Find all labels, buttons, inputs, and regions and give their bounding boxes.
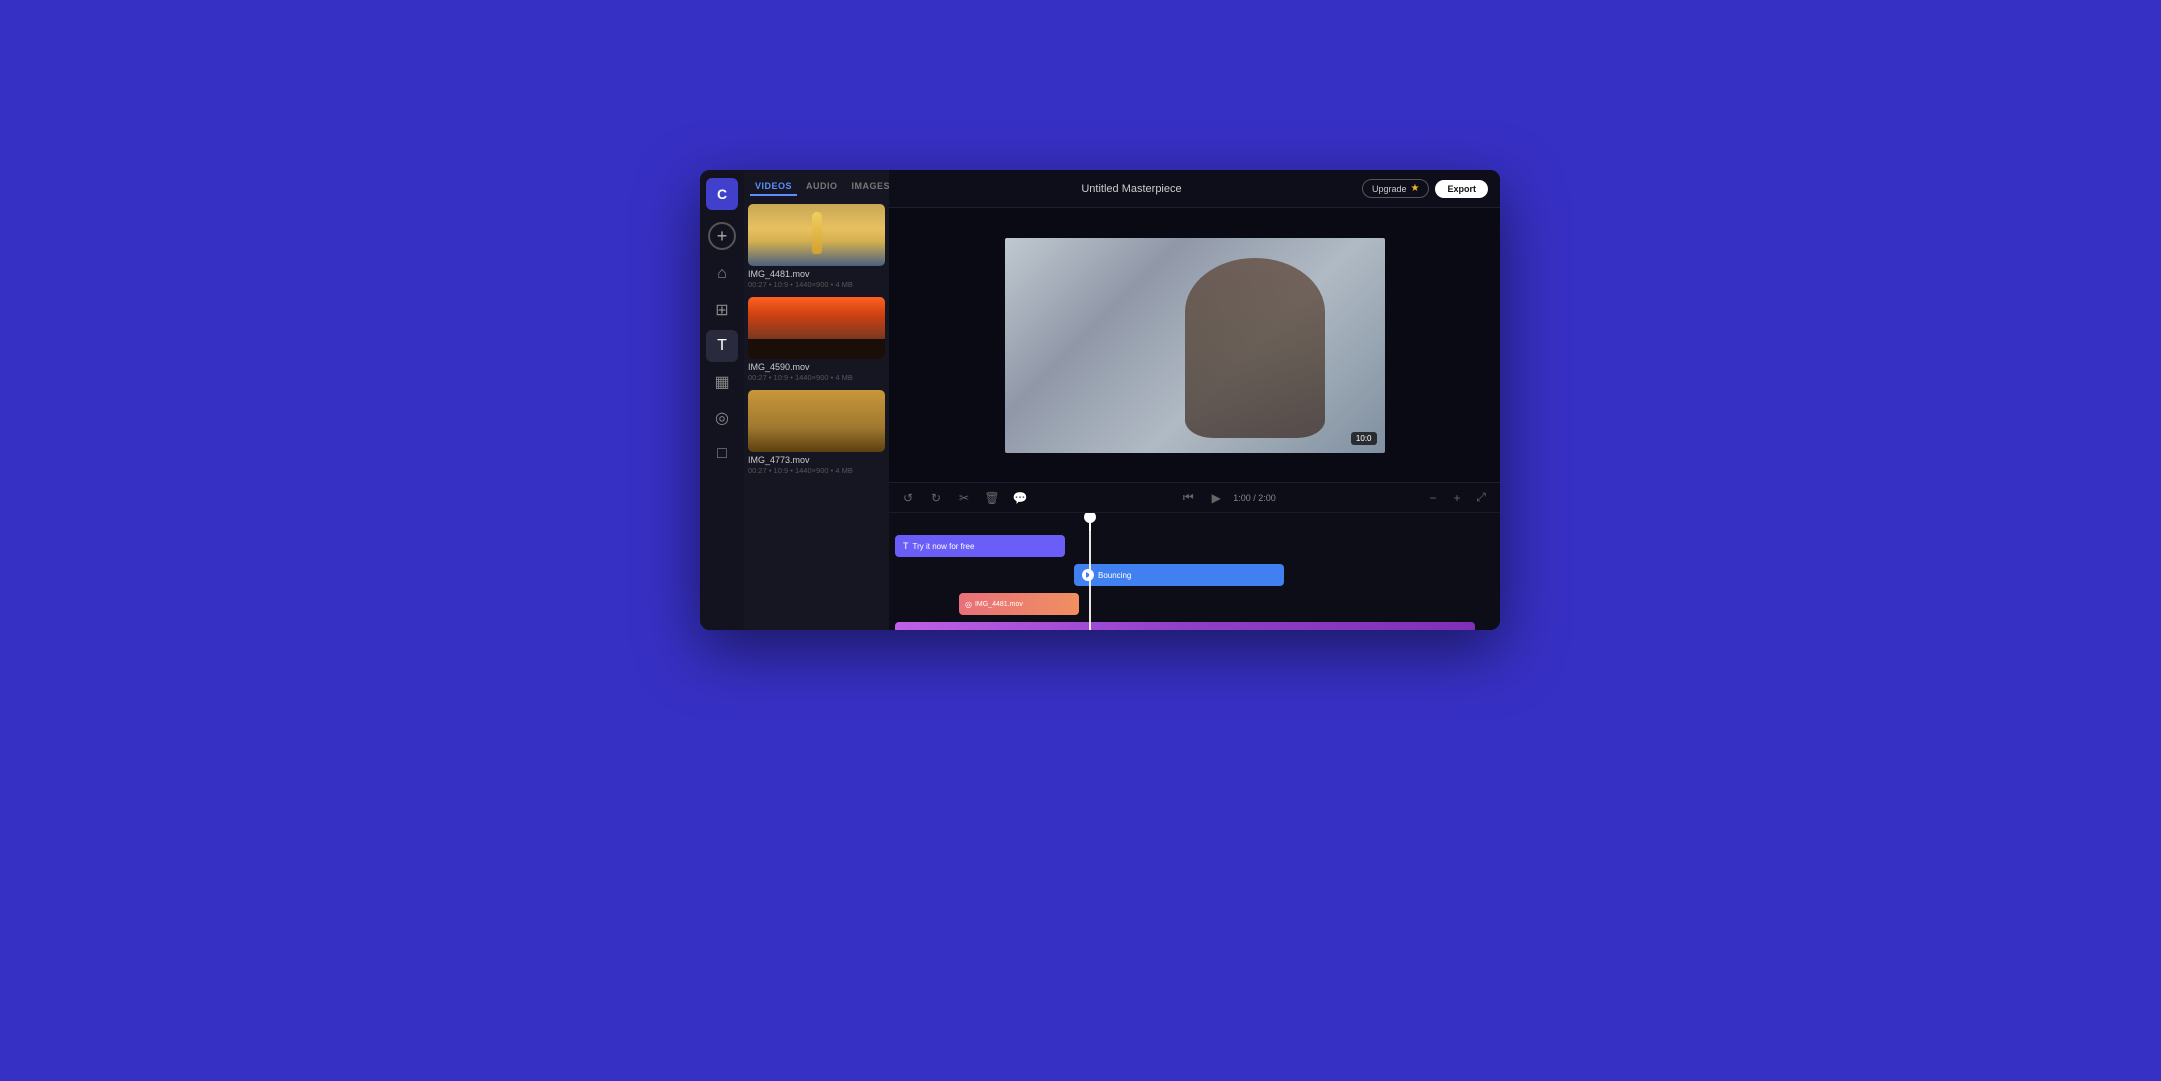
list-item[interactable]: IMG_4481.mov 00:27 • 10:9 • 1440×900 • 4… <box>748 204 885 289</box>
fullscreen-button[interactable]: ⤢ <box>1470 487 1492 509</box>
square-icon-btn[interactable]: □ <box>706 438 738 470</box>
zoom-in-button[interactable]: + <box>1446 487 1468 509</box>
list-item[interactable]: IMG_4590.mov 00:27 • 10:9 • 1440×900 • 4… <box>748 297 885 382</box>
rewind-button[interactable]: ⏮ <box>1177 487 1199 509</box>
media-info: IMG_4481.mov 00:27 • 10:9 • 1440×900 • 4… <box>748 269 885 289</box>
text-track-clip[interactable]: T Try it now for free <box>895 535 1065 557</box>
icon-sidebar: C + ⌂ ⊞ T ▦ ◎ □ <box>700 170 744 630</box>
source-track-icon: ◎ <box>965 600 972 609</box>
video-track-row: Bouncing <box>889 564 1500 590</box>
timeline-tracks: T Try it now for free Bouncing <box>889 513 1500 630</box>
undo-button[interactable]: ↺ <box>897 487 919 509</box>
media-tabs: VIDEOS AUDIO IMAGES <box>744 170 889 200</box>
media-panel: VIDEOS AUDIO IMAGES IMG_4481.mov 00:27 •… <box>744 170 889 630</box>
tab-videos[interactable]: VIDEOS <box>750 178 797 196</box>
text-track-icon: T <box>903 541 909 551</box>
source-track-row: ◎ IMG_4481.mov <box>889 593 1500 619</box>
text-track-row: T Try it now for free <box>889 535 1500 561</box>
cut-button[interactable]: ✂ <box>953 487 975 509</box>
video-track-label: Bouncing <box>1098 571 1131 580</box>
star-icon: ★ <box>1411 183 1420 194</box>
comment-button[interactable]: 💬 <box>1009 487 1031 509</box>
media-info: IMG_4590.mov 00:27 • 10:9 • 1440×900 • 4… <box>748 362 885 382</box>
folder-icon-btn[interactable]: ⌂ <box>706 258 738 290</box>
project-title: Untitled Masterpiece <box>1081 183 1181 195</box>
video-track-clip[interactable]: Bouncing <box>1074 564 1284 586</box>
image-icon-btn[interactable]: ⊞ <box>706 294 738 326</box>
delete-button[interactable]: 🗑 <box>981 487 1003 509</box>
media-filename: IMG_4773.mov <box>748 455 885 465</box>
media-meta: 00:27 • 10:9 • 1440×900 • 4 MB <box>748 280 885 289</box>
media-meta: 00:27 • 10:9 • 1440×900 • 4 MB <box>748 466 885 475</box>
media-thumbnail <box>748 204 885 266</box>
audio-track-icon: ♪ <box>903 628 908 630</box>
app-logo: C <box>706 178 738 210</box>
tracks-container: T Try it now for free Bouncing <box>889 531 1500 630</box>
timeline-ruler <box>889 513 1500 531</box>
media-meta: 00:27 • 10:9 • 1440×900 • 4 MB <box>748 373 885 382</box>
audio-track-label: Tooney Loons <box>912 629 962 631</box>
time-badge: 10:0 <box>1351 432 1377 445</box>
video-preview[interactable]: 10:0 <box>889 208 1500 482</box>
list-item[interactable]: IMG_4773.mov 00:27 • 10:9 • 1440×900 • 4… <box>748 390 885 475</box>
camera-icon-btn[interactable]: ◎ <box>706 402 738 434</box>
zoom-out-button[interactable]: − <box>1422 487 1444 509</box>
preview-area: Untitled Masterpiece Upgrade ★ Export 10… <box>889 170 1500 630</box>
tab-audio[interactable]: AUDIO <box>801 178 843 196</box>
header-buttons: Upgrade ★ Export <box>1362 179 1488 198</box>
media-filename: IMG_4481.mov <box>748 269 885 279</box>
media-list: IMG_4481.mov 00:27 • 10:9 • 1440×900 • 4… <box>744 200 889 630</box>
redo-button[interactable]: ↻ <box>925 487 947 509</box>
preview-canvas: 10:0 <box>1005 238 1385 453</box>
upgrade-button[interactable]: Upgrade ★ <box>1362 179 1430 198</box>
audio-track-row: ♪ Tooney Loons <box>889 622 1500 630</box>
playhead[interactable] <box>1089 513 1091 531</box>
media-info: IMG_4773.mov 00:27 • 10:9 • 1440×900 • 4… <box>748 455 885 475</box>
tab-images[interactable]: IMAGES <box>847 178 896 196</box>
text-track-label: Try it now for free <box>913 542 975 551</box>
timeline-toolbar: ↺ ↻ ✂ 🗑 💬 ⏮ ▶ 1:00 / 2:00 − + ⤢ <box>889 483 1500 513</box>
source-track-label: IMG_4481.mov <box>975 601 1023 608</box>
video-track-icon <box>1082 569 1094 581</box>
zoom-controls: − + ⤢ <box>1422 487 1492 509</box>
media-thumbnail <box>748 390 885 452</box>
preview-header: Untitled Masterpiece Upgrade ★ Export <box>889 170 1500 208</box>
timeline-area: ↺ ↻ ✂ 🗑 💬 ⏮ ▶ 1:00 / 2:00 − + ⤢ <box>889 482 1500 630</box>
play-button[interactable]: ▶ <box>1205 487 1227 509</box>
media-thumbnail <box>748 297 885 359</box>
audio-track-clip[interactable]: ♪ Tooney Loons <box>895 622 1475 630</box>
text-icon-btn[interactable]: T <box>706 330 738 362</box>
media-filename: IMG_4590.mov <box>748 362 885 372</box>
source-track-clip[interactable]: ◎ IMG_4481.mov <box>959 593 1079 615</box>
upgrade-label: Upgrade <box>1372 184 1407 194</box>
layout-icon-btn[interactable]: ▦ <box>706 366 738 398</box>
add-button[interactable]: + <box>708 222 736 250</box>
app-window: C + ⌂ ⊞ T ▦ ◎ □ VIDEOS AUDIO IMAGES IMG_… <box>700 170 1500 630</box>
export-button[interactable]: Export <box>1435 180 1488 198</box>
time-display: 1:00 / 2:00 <box>1233 493 1276 503</box>
